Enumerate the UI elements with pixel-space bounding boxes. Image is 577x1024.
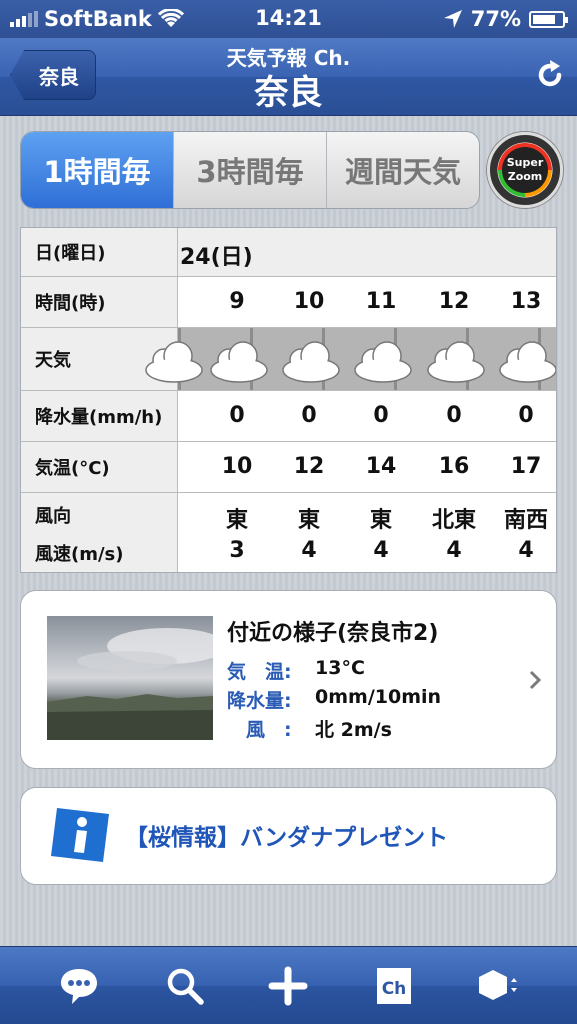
nearby-title: 付近の様子(奈良市2) (227, 621, 439, 646)
forecast-range-tabs: 1時間毎 3時間毎 週間天気 (20, 131, 480, 209)
chat-bubble-icon[interactable] (57, 964, 101, 1008)
cloud-icon-partial (145, 341, 203, 383)
wind-speed-cell-4: 4 (518, 538, 534, 563)
day-value: 24(日) (180, 245, 253, 270)
battery-icon (529, 10, 568, 28)
wind-dir-label: 風向 (35, 505, 71, 527)
chevron-right-icon (529, 670, 542, 690)
precip-row: 降水量(mm/h) 0 0 0 0 0 (21, 391, 556, 442)
precip-cell-3: 0 (446, 403, 462, 428)
temp-cell-1: 12 (293, 454, 325, 479)
temp-cell-2: 14 (365, 454, 397, 479)
hour-cell-0: 9 (229, 289, 245, 314)
wind-row: 風向 風速(m/s) 東 東 東 北東 南西 3 4 4 4 4 (21, 493, 556, 572)
super-zoom-label-1: Super (506, 156, 544, 169)
wind-dir-cell-2: 東 (369, 508, 392, 533)
precip-cell-4: 0 (518, 403, 534, 428)
wind-dir-cell-0: 東 (225, 508, 248, 533)
nearby-wind: 風 : 北 2m/s (227, 715, 392, 742)
temp-cell-0: 10 (221, 454, 253, 479)
hour-cell-3: 12 (438, 289, 470, 314)
tab-weekly[interactable]: 週間天気 (326, 132, 479, 208)
wind-speed-cell-0: 3 (229, 538, 245, 563)
settings-hexagon-icon[interactable] (475, 964, 519, 1008)
info-banner[interactable]: 【桜情報】バンダナプレゼント (20, 787, 557, 885)
tab-3hourly[interactable]: 3時間毎 (173, 132, 326, 208)
super-zoom-button[interactable]: Super Zoom (487, 132, 563, 208)
svg-text:Ch: Ch (382, 979, 407, 999)
channel-icon[interactable]: Ch (371, 964, 415, 1008)
cloud-icon (210, 341, 268, 383)
wind-dir-cell-3: 北東 (431, 508, 476, 533)
nearby-temp: 気 温: 13°C (227, 657, 365, 684)
nearby-temp-value: 13°C (315, 657, 365, 679)
nearby-temp-key: 気 温: (227, 661, 292, 683)
cloud-icon (427, 341, 485, 383)
wind-dir-cell-1: 東 (297, 508, 320, 533)
add-icon[interactable] (266, 964, 310, 1008)
search-icon[interactable] (163, 964, 207, 1008)
precip-cell-1: 0 (301, 403, 317, 428)
day-row: 日(曜日) 24(日) (21, 228, 556, 277)
nearby-precip: 降水量: 0mm/10min (227, 686, 441, 713)
nearby-precip-value: 0mm/10min (315, 686, 442, 708)
wind-speed-cell-3: 4 (446, 538, 462, 563)
wind-speed-cell-1: 4 (301, 538, 317, 563)
super-zoom-label-2: Zoom (507, 170, 543, 183)
temp-row: 気温(°C) 10 12 14 16 17 (21, 442, 556, 493)
temp-label: 気温(°C) (21, 442, 178, 492)
forecast-table: 日(曜日) 24(日) 時間(時) 9 10 11 12 13 天気 降水量(mm/h)… (20, 227, 557, 573)
bottom-tab-bar: Ch (0, 946, 577, 1024)
navigation-bar: 奈良 天気予報 Ch. 奈良 (0, 38, 577, 116)
precip-label: 降水量(mm/h) (21, 391, 178, 441)
battery-percent: 77% (470, 7, 521, 31)
hour-cell-1: 10 (293, 289, 325, 314)
weather-row: 天気 (21, 328, 556, 391)
wind-dir-cell-4: 南西 (503, 508, 548, 533)
hour-cell-4: 13 (510, 289, 542, 314)
cloud-icon (354, 341, 412, 383)
hour-cell-2: 11 (365, 289, 397, 314)
hour-label: 時間(時) (21, 277, 178, 327)
cloud-icon (499, 341, 556, 383)
nearby-conditions-card[interactable]: 付近の様子(奈良市2) 気 温: 13°C 降水量: 0mm/10min 風 :… (20, 590, 557, 769)
status-bar: SoftBank 14:21 77% (0, 0, 577, 38)
info-icon (51, 808, 109, 862)
banner-text: 【桜情報】バンダナプレゼント (125, 825, 449, 851)
cloud-icon (282, 341, 340, 383)
day-label: 日(曜日) (21, 228, 178, 276)
nearby-wind-value: 北 2m/s (315, 719, 392, 741)
temp-cell-4: 17 (510, 454, 542, 479)
tab-hourly[interactable]: 1時間毎 (21, 132, 173, 208)
super-zoom-icon: Super Zoom (498, 143, 552, 197)
temp-cell-3: 16 (438, 454, 470, 479)
nearby-wind-key: 風 : (227, 719, 292, 741)
wind-speed-label: 風速(m/s) (35, 543, 124, 565)
page-title: 奈良 (254, 73, 323, 113)
precip-cell-2: 0 (373, 403, 389, 428)
precip-cell-0: 0 (229, 403, 245, 428)
hour-row: 時間(時) 9 10 11 12 13 (21, 277, 556, 328)
wind-speed-cell-2: 4 (373, 538, 389, 563)
location-arrow-icon (443, 10, 462, 28)
nearby-precip-key: 降水量: (227, 690, 292, 712)
live-camera-photo (47, 616, 213, 740)
refresh-icon[interactable] (533, 58, 567, 92)
